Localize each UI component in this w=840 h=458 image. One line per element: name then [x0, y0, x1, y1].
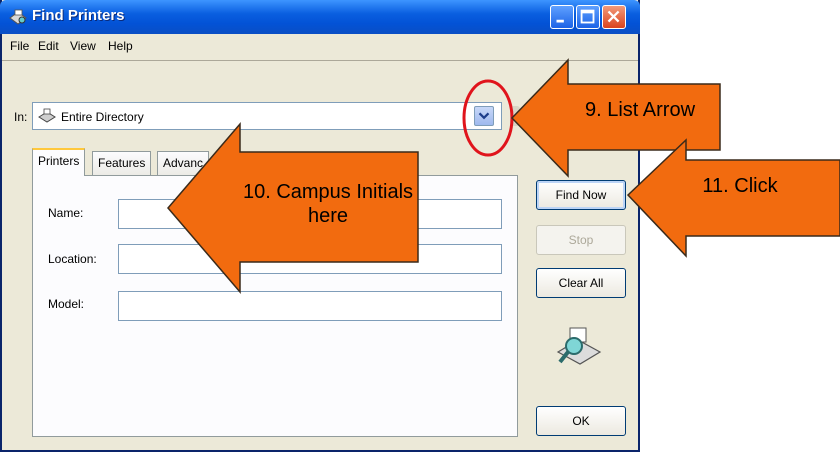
campus-initials-callout-line2: here — [307, 205, 349, 227]
chevron-down-icon — [478, 112, 490, 120]
model-input[interactable] — [118, 291, 502, 321]
scope-dropdown[interactable]: Entire Directory — [32, 102, 502, 130]
close-icon — [607, 10, 620, 23]
maximize-icon — [580, 9, 595, 24]
name-label: Name: — [48, 206, 84, 220]
menu-view[interactable]: View — [70, 39, 96, 53]
title-bar[interactable]: Find Printers — [0, 0, 640, 34]
scope-label: In: — [14, 110, 28, 124]
minimize-icon — [556, 19, 564, 23]
minimize-button[interactable] — [550, 5, 574, 29]
menu-bar: File Edit View Help — [2, 34, 638, 60]
menu-help[interactable]: Help — [108, 39, 133, 53]
maximize-button[interactable] — [576, 5, 600, 29]
click-callout: 11. Click — [702, 175, 778, 197]
scope-value: Entire Directory — [61, 110, 144, 124]
tab-features[interactable]: Features — [92, 151, 152, 175]
campus-initials-callout-line1: 10. Campus Initials — [242, 181, 414, 203]
ok-button[interactable]: OK — [536, 406, 626, 436]
find-now-button[interactable]: Find Now — [536, 180, 626, 210]
tab-features-label: Features — [98, 156, 146, 170]
browse-button[interactable] — [510, 106, 520, 126]
tab-advanced[interactable]: Advanc — [157, 151, 210, 175]
window-title: Find Printers — [32, 7, 125, 24]
menu-edit[interactable]: Edit — [38, 39, 59, 53]
stop-button[interactable]: Stop — [536, 225, 626, 255]
tab-printers[interactable]: Printers — [32, 148, 86, 176]
printer-magnifier-icon — [556, 327, 602, 365]
list-arrow-callout: 9. List Arrow — [584, 99, 696, 121]
list-arrow-button[interactable] — [474, 106, 494, 126]
tab-printers-label: Printers — [38, 154, 80, 168]
location-input[interactable] — [118, 244, 502, 274]
printer-search-icon — [9, 9, 27, 25]
location-label: Location: — [48, 252, 97, 266]
menu-file[interactable]: File — [10, 39, 29, 53]
directory-icon — [38, 108, 56, 123]
menu-separator — [2, 60, 638, 61]
click-callout-arrow — [626, 138, 840, 258]
model-label: Model: — [48, 297, 85, 311]
tab-advanced-label: Advanc — [163, 156, 204, 170]
clear-all-button[interactable]: Clear All — [536, 268, 626, 298]
close-button[interactable] — [602, 5, 626, 29]
